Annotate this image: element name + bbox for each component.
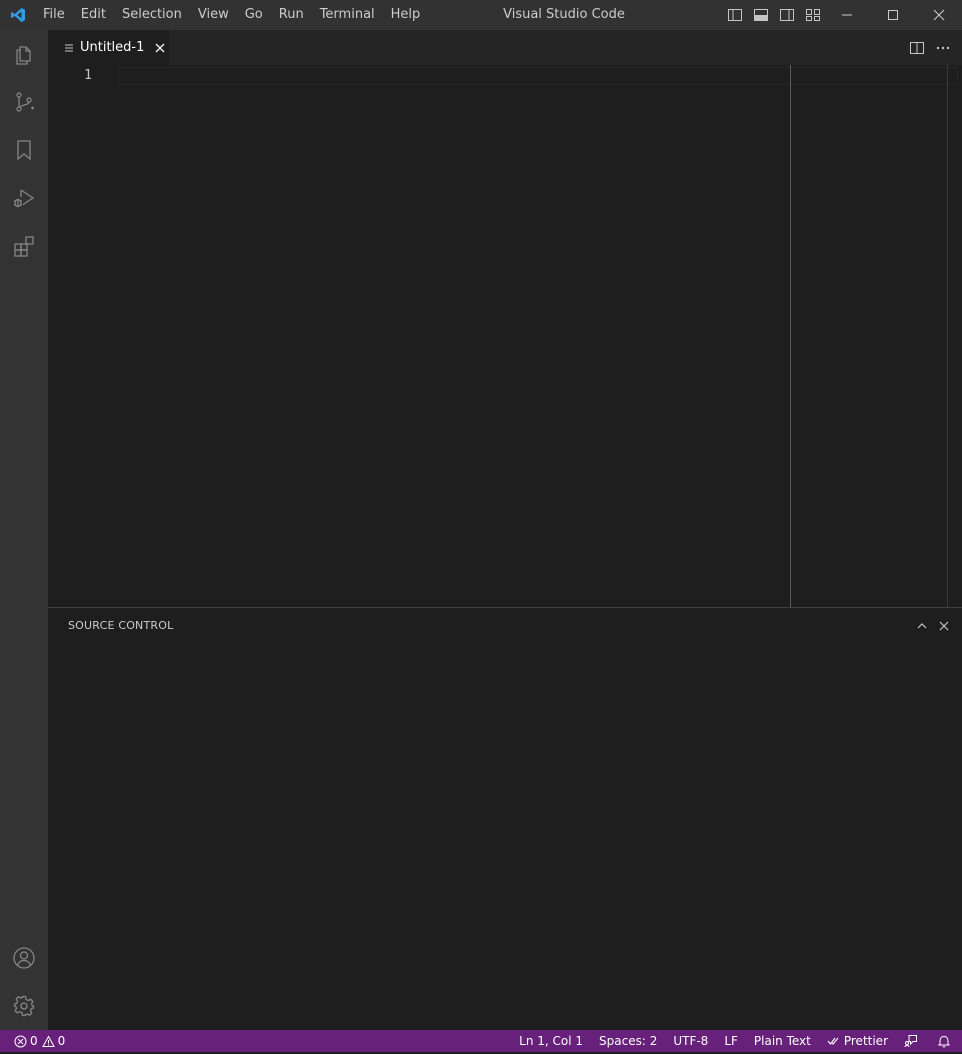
toggle-secondary-sidebar-icon[interactable] [776, 4, 798, 26]
maximize-panel-icon[interactable] [912, 616, 932, 636]
accounts-icon[interactable] [0, 934, 48, 982]
vertical-scrollbar[interactable] [947, 65, 948, 607]
notifications-bell-icon[interactable] [929, 1030, 962, 1052]
more-actions-icon[interactable] [932, 37, 954, 59]
activity-bar [0, 30, 48, 1030]
status-bar-left: 0 0 [0, 1030, 73, 1052]
menu-file[interactable]: File [35, 0, 73, 30]
activity-bar-bottom [0, 934, 48, 1030]
editor-group: Untitled-1 1 [48, 30, 962, 607]
end-of-line[interactable]: LF [716, 1030, 746, 1052]
indentation[interactable]: Spaces: 2 [591, 1030, 665, 1052]
manage-gear-icon[interactable] [0, 982, 48, 1030]
layout-controls [724, 0, 824, 30]
status-bar: 0 0 Ln 1, Col 1 Spaces: 2 UTF-8 LF Plain… [0, 1030, 962, 1052]
close-window-icon[interactable] [916, 0, 962, 30]
feedback-icon[interactable] [896, 1030, 929, 1052]
line-number: 1 [84, 68, 92, 83]
close-panel-icon[interactable] [934, 616, 954, 636]
menu-help[interactable]: Help [383, 0, 429, 30]
problems-indicator[interactable]: 0 0 [10, 1030, 73, 1052]
panel-title: SOURCE CONTROL [68, 619, 174, 632]
editor-ruler [790, 65, 791, 607]
extensions-icon[interactable] [0, 222, 48, 270]
menu-selection[interactable]: Selection [114, 0, 190, 30]
menu-run[interactable]: Run [271, 0, 312, 30]
menu-edit[interactable]: Edit [73, 0, 114, 30]
line-number-gutter: 1 [48, 65, 118, 607]
encoding[interactable]: UTF-8 [665, 1030, 716, 1052]
current-line-highlight [118, 67, 958, 85]
error-count: 0 [30, 1034, 38, 1048]
text-editor[interactable]: 1 [48, 65, 962, 607]
bookmark-icon[interactable] [0, 126, 48, 174]
title-bar: File Edit Selection View Go Run Terminal… [0, 0, 962, 30]
vscode-logo-icon[interactable] [0, 0, 35, 30]
close-tab-icon[interactable] [152, 40, 168, 56]
prettier-label: Prettier [843, 1034, 888, 1048]
plain-text-file-icon [64, 42, 74, 54]
menu-bar: File Edit Selection View Go Run Terminal… [35, 0, 428, 30]
customize-layout-icon[interactable] [802, 4, 824, 26]
prettier-status[interactable]: Prettier [819, 1030, 896, 1052]
menu-go[interactable]: Go [237, 0, 271, 30]
maximize-icon[interactable] [870, 0, 916, 30]
minimize-icon[interactable] [824, 0, 870, 30]
split-editor-icon[interactable] [906, 37, 928, 59]
language-mode[interactable]: Plain Text [746, 1030, 819, 1052]
editor-actions [906, 30, 954, 65]
error-icon [14, 1035, 30, 1048]
panel-actions [912, 608, 954, 643]
window-controls [824, 0, 962, 30]
warning-icon [41, 1034, 58, 1048]
explorer-icon[interactable] [0, 30, 48, 78]
cursor-position[interactable]: Ln 1, Col 1 [511, 1030, 591, 1052]
editor-tab-untitled-1[interactable]: Untitled-1 [48, 30, 169, 65]
warning-count: 0 [57, 1034, 66, 1048]
tabs-bar: Untitled-1 [48, 30, 962, 65]
double-check-icon [827, 1035, 844, 1047]
source-control-panel: SOURCE CONTROL [48, 607, 962, 1030]
status-bar-right: Ln 1, Col 1 Spaces: 2 UTF-8 LF Plain Tex… [511, 1030, 962, 1052]
tab-label: Untitled-1 [80, 40, 145, 55]
menu-view[interactable]: View [190, 0, 237, 30]
toggle-panel-icon[interactable] [750, 4, 772, 26]
panel-header: SOURCE CONTROL [48, 608, 962, 643]
toggle-primary-sidebar-icon[interactable] [724, 4, 746, 26]
source-control-icon[interactable] [0, 78, 48, 126]
run-debug-icon[interactable] [0, 174, 48, 222]
menu-terminal[interactable]: Terminal [312, 0, 383, 30]
